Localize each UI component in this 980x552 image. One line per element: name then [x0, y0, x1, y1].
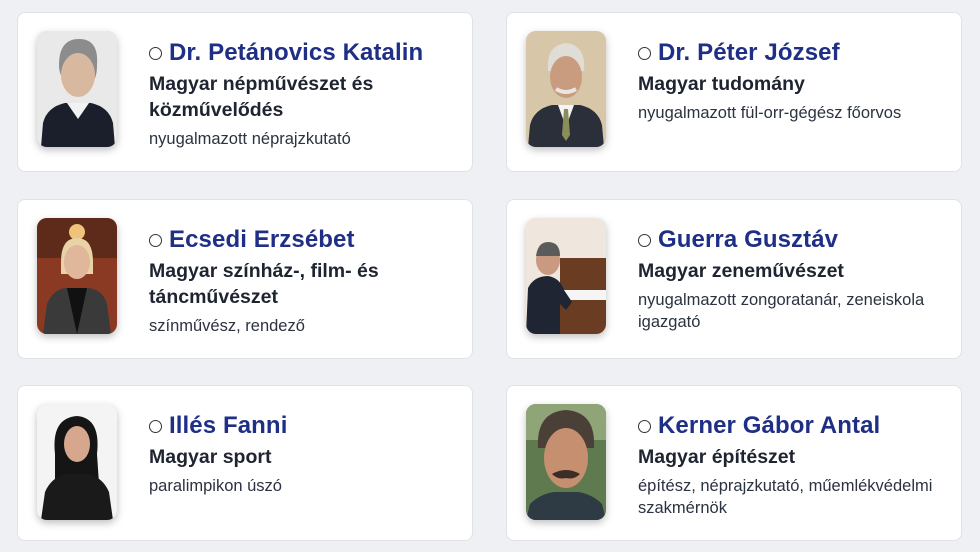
nominee-name[interactable]: Dr. Petánovics Katalin	[169, 39, 423, 67]
select-radio[interactable]	[149, 46, 162, 60]
select-radio[interactable]	[149, 419, 162, 433]
nominee-info: Dr. Petánovics Katalin Magyar népművésze…	[149, 38, 460, 150]
nominee-role: nyugalmazott néprajzkutató	[149, 130, 351, 148]
nominee-info: Illés Fanni Magyar sport paralimpikon ús…	[149, 411, 460, 497]
nominee-category: Magyar tudomány	[638, 73, 805, 95]
nominee-category: Magyar színház-, film- és táncművészet	[149, 260, 379, 308]
nominee-category: Magyar építészet	[638, 446, 796, 468]
nominee-role: paralimpikon úszó	[149, 477, 282, 495]
nominee-role: építész, néprajzkutató, műemlékvédelmi s…	[638, 477, 933, 517]
portrait-photo	[526, 404, 606, 520]
nominee-category: Magyar zeneművészet	[638, 260, 844, 282]
nominee-category: Magyar sport	[149, 446, 272, 468]
nominee-card[interactable]: Ecsedi Erzsébet Magyar színház-, film- é…	[17, 199, 473, 359]
name-row[interactable]: Kerner Gábor Antal	[638, 411, 949, 441]
nominee-role: színművész, rendező	[149, 317, 305, 335]
nominee-name[interactable]: Kerner Gábor Antal	[658, 412, 880, 440]
nominee-role: nyugalmazott zongoratanár, zeneiskola ig…	[638, 291, 925, 331]
select-radio[interactable]	[638, 46, 651, 60]
select-radio[interactable]	[149, 233, 162, 247]
nominee-category: Magyar népművészet és közművelődés	[149, 73, 374, 121]
name-row[interactable]: Dr. Petánovics Katalin	[149, 38, 460, 68]
nominee-info: Dr. Péter József Magyar tudomány nyugalm…	[638, 38, 949, 124]
portrait-photo	[37, 31, 117, 147]
nominee-info: Kerner Gábor Antal Magyar építészet épít…	[638, 411, 949, 519]
nominee-name[interactable]: Ecsedi Erzsébet	[169, 226, 355, 254]
name-row[interactable]: Illés Fanni	[149, 411, 460, 441]
nominee-role: nyugalmazott fül-orr-gégész főorvos	[638, 104, 902, 122]
nominee-name[interactable]: Illés Fanni	[169, 412, 287, 440]
nominee-card[interactable]: Dr. Petánovics Katalin Magyar népművésze…	[17, 12, 473, 172]
name-row[interactable]: Guerra Gusztáv	[638, 225, 949, 255]
select-radio[interactable]	[638, 419, 651, 433]
nominee-info: Guerra Gusztáv Magyar zeneművészet nyuga…	[638, 225, 949, 333]
nominee-card[interactable]: Illés Fanni Magyar sport paralimpikon ús…	[17, 385, 473, 541]
nominee-name[interactable]: Guerra Gusztáv	[658, 226, 838, 254]
portrait-photo	[526, 31, 606, 147]
nominee-card[interactable]: Dr. Péter József Magyar tudomány nyugalm…	[506, 12, 962, 172]
select-radio[interactable]	[638, 233, 651, 247]
name-row[interactable]: Dr. Péter József	[638, 38, 949, 68]
portrait-photo	[526, 218, 606, 334]
nominee-info: Ecsedi Erzsébet Magyar színház-, film- é…	[149, 225, 460, 337]
nominee-name[interactable]: Dr. Péter József	[658, 39, 840, 67]
name-row[interactable]: Ecsedi Erzsébet	[149, 225, 460, 255]
nominee-card[interactable]: Guerra Gusztáv Magyar zeneművészet nyuga…	[506, 199, 962, 359]
nominee-grid: Dr. Petánovics Katalin Magyar népművésze…	[0, 0, 980, 552]
nominee-card[interactable]: Kerner Gábor Antal Magyar építészet épít…	[506, 385, 962, 541]
portrait-photo	[37, 218, 117, 334]
portrait-photo	[37, 404, 117, 520]
